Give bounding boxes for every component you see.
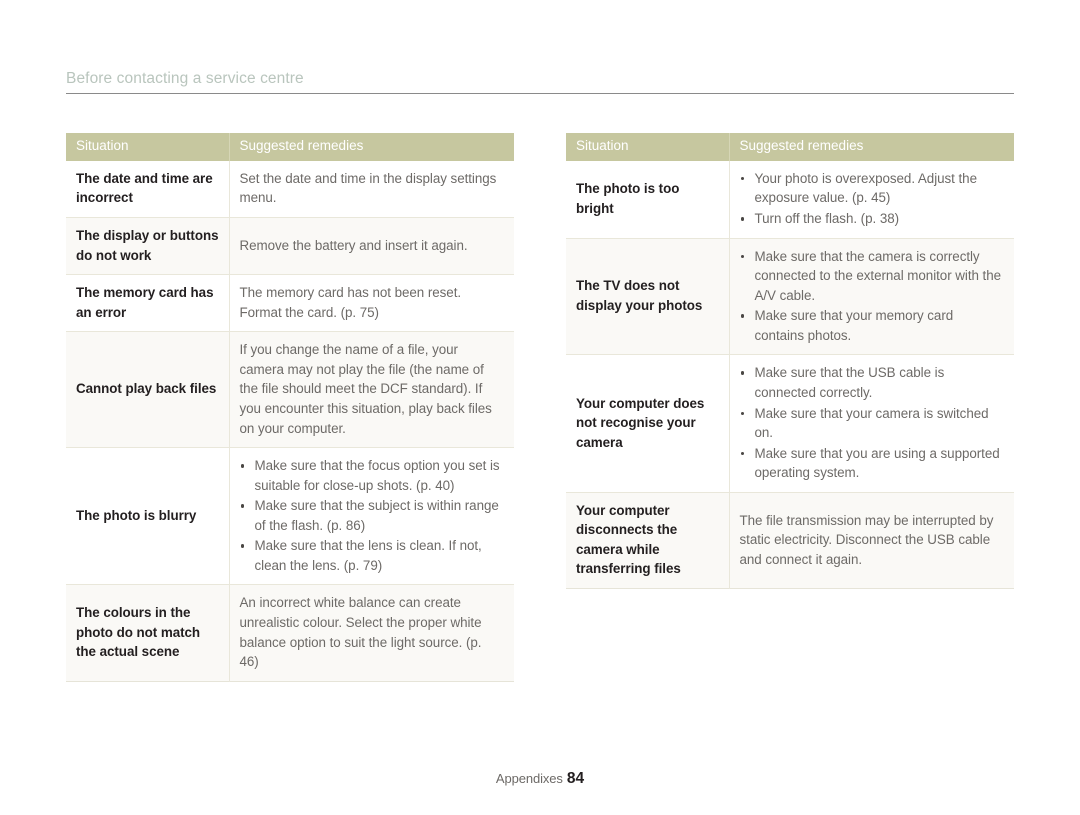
- remedy-text: The file transmission may be interrupted…: [739, 512, 994, 567]
- troubleshooting-table-left: Situation Suggested remedies The date an…: [66, 133, 514, 682]
- remedy-cell: Make sure that the focus option you set …: [228, 447, 514, 586]
- table-row: Your computer disconnects the camera whi…: [566, 492, 1014, 589]
- tables-container: Situation Suggested remedies The date an…: [66, 133, 1014, 682]
- remedy-bullet: Turn off the flash. (p. 38): [740, 209, 1005, 229]
- remedy-cell: The file transmission may be interrupted…: [728, 492, 1014, 589]
- remedy-cell: The memory card has not been reset. Form…: [228, 274, 514, 333]
- table-row: The colours in the photo do not match th…: [66, 584, 514, 682]
- column-header-remedies: Suggested remedies: [228, 133, 514, 161]
- remedy-bullet-list: Make sure that the USB cable is connecte…: [740, 363, 1005, 482]
- remedy-bullet: Make sure that the lens is clean. If not…: [240, 536, 505, 575]
- remedy-text: Remove the battery and insert it again.: [239, 237, 468, 253]
- remedy-text: An incorrect white balance can create un…: [239, 595, 482, 670]
- situation-cell: Your computer disconnects the camera whi…: [566, 492, 729, 589]
- table-row: Cannot play back files If you change the…: [66, 331, 514, 449]
- table-row: The photo is too bright Your photo is ov…: [566, 160, 1014, 239]
- situation-cell: Cannot play back files: [66, 331, 229, 449]
- remedy-bullet: Make sure that your memory card contains…: [740, 306, 1005, 345]
- column-header-remedies: Suggested remedies: [728, 133, 1014, 161]
- remedy-bullet: Your photo is overexposed. Adjust the ex…: [740, 169, 1005, 208]
- running-head: Before contacting a service centre: [66, 70, 1014, 94]
- table-row: The date and time are incorrect Set the …: [66, 160, 514, 218]
- table-row: Your computer does not recognise your ca…: [566, 354, 1014, 493]
- remedy-cell: Make sure that the camera is correctly c…: [728, 238, 1014, 356]
- remedy-cell: Remove the battery and insert it again.: [228, 217, 514, 276]
- remedy-bullet: Make sure that the focus option you set …: [240, 456, 505, 495]
- remedy-bullet: Make sure that the camera is correctly c…: [740, 247, 1005, 306]
- table-header-row: Situation Suggested remedies: [66, 133, 514, 161]
- table-header-row: Situation Suggested remedies: [566, 133, 1014, 161]
- table-row: The photo is blurry Make sure that the f…: [66, 447, 514, 586]
- table-row: The display or buttons do not work Remov…: [66, 217, 514, 276]
- situation-cell: The memory card has an error: [66, 274, 229, 333]
- remedy-bullet-list: Make sure that the focus option you set …: [240, 456, 505, 575]
- remedy-cell: If you change the name of a file, your c…: [228, 331, 514, 449]
- situation-cell: The TV does not display your photos: [566, 238, 729, 356]
- situation-cell: The photo is too bright: [566, 160, 729, 239]
- table-row: The TV does not display your photos Make…: [566, 238, 1014, 356]
- remedy-cell: Your photo is overexposed. Adjust the ex…: [728, 160, 1014, 239]
- footer-section-label: Appendixes: [495, 771, 563, 786]
- situation-cell: The date and time are incorrect: [66, 160, 229, 218]
- remedy-bullet: Make sure that you are using a supported…: [740, 444, 1005, 483]
- remedy-text: If you change the name of a file, your c…: [239, 342, 492, 436]
- page-title: Before contacting a service centre: [66, 70, 304, 87]
- remedy-bullet: Make sure that the USB cable is connecte…: [740, 363, 1005, 402]
- remedy-bullet: Make sure that your camera is switched o…: [740, 404, 1005, 443]
- page: Before contacting a service centre Situa…: [0, 0, 1080, 815]
- page-footer: Appendixes 84: [0, 770, 1080, 788]
- remedy-bullet-list: Your photo is overexposed. Adjust the ex…: [740, 169, 1005, 229]
- troubleshooting-table-right: Situation Suggested remedies The photo i…: [566, 133, 1014, 589]
- header-divider: [66, 93, 1014, 94]
- situation-cell: The photo is blurry: [66, 447, 229, 586]
- situation-cell: Your computer does not recognise your ca…: [566, 354, 729, 493]
- remedy-text: The memory card has not been reset. Form…: [239, 285, 462, 320]
- remedy-bullet: Make sure that the subject is within ran…: [240, 496, 505, 535]
- remedy-bullet-list: Make sure that the camera is correctly c…: [740, 247, 1005, 346]
- remedy-text: Set the date and time in the display set…: [239, 170, 497, 206]
- remedy-cell: Make sure that the USB cable is connecte…: [728, 354, 1014, 493]
- situation-cell: The colours in the photo do not match th…: [66, 584, 229, 682]
- situation-cell: The display or buttons do not work: [66, 217, 229, 276]
- table-row: The memory card has an error The memory …: [66, 274, 514, 333]
- column-header-situation: Situation: [66, 133, 229, 161]
- column-header-situation: Situation: [566, 133, 729, 161]
- remedy-cell: An incorrect white balance can create un…: [228, 584, 514, 682]
- footer-page-number: 84: [566, 770, 585, 787]
- remedy-cell: Set the date and time in the display set…: [228, 160, 514, 218]
